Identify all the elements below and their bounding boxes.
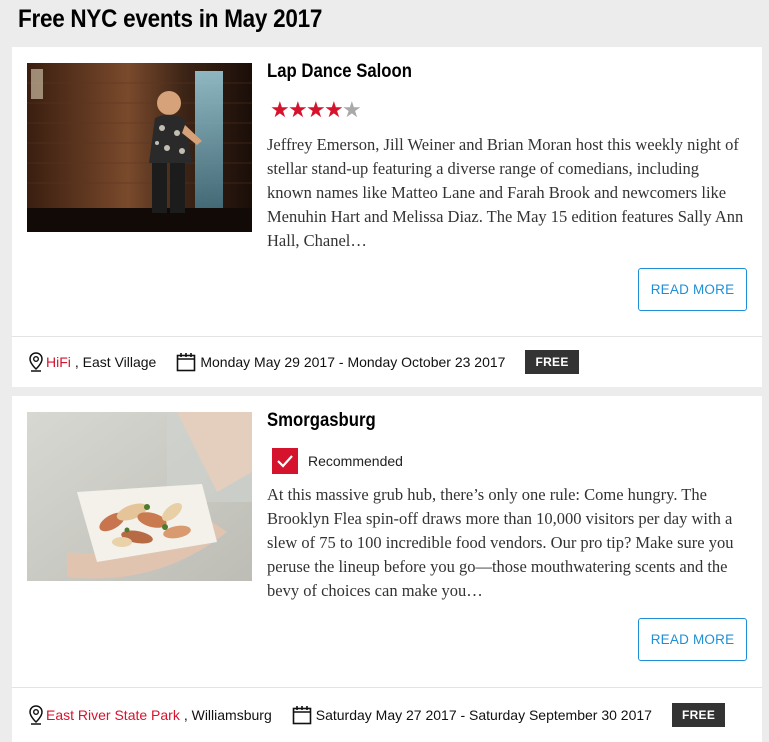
star-icon: ★ xyxy=(342,97,362,122)
event-title[interactable]: Lap Dance Saloon xyxy=(267,61,412,83)
calendar-icon xyxy=(177,353,196,372)
map-pin-icon xyxy=(29,705,43,725)
page-title: Free NYC events in May 2017 xyxy=(18,5,323,33)
price-badge: FREE xyxy=(671,703,726,727)
event-description: Jeffrey Emerson, Jill Weiner and Brian M… xyxy=(267,135,744,250)
event-image[interactable] xyxy=(27,412,252,581)
event-title[interactable]: Smorgasburg xyxy=(267,410,376,432)
star-icon: ★ xyxy=(324,97,344,122)
star-icon: ★ xyxy=(288,97,308,122)
event-card: Smorgasburg Recommended At this massive … xyxy=(12,396,762,742)
star-icon: ★ xyxy=(306,97,326,122)
price-badge: FREE xyxy=(525,350,579,374)
recommended-label: Recommended xyxy=(308,453,403,469)
map-pin-icon xyxy=(29,352,43,372)
recommended-badge: Recommended xyxy=(272,448,403,474)
calendar-icon xyxy=(292,706,312,725)
event-card-body: Smorgasburg Recommended At this massive … xyxy=(12,396,762,687)
event-card: Lap Dance Saloon ★ ★ ★ ★ ★ Jeffrey Emers… xyxy=(12,47,762,387)
event-card-body: Lap Dance Saloon ★ ★ ★ ★ ★ Jeffrey Emers… xyxy=(12,47,762,336)
venue-link[interactable]: HiFi xyxy=(46,354,71,370)
event-dates: Saturday May 27 2017 - Saturday Septembe… xyxy=(315,707,652,723)
star-icon: ★ xyxy=(270,97,290,122)
event-dates: Monday May 29 2017 - Monday October 23 2… xyxy=(200,354,506,370)
event-description: At this massive grub hub, there’s only o… xyxy=(267,485,734,600)
rating-stars: ★ ★ ★ ★ ★ xyxy=(270,97,362,122)
read-more-button[interactable]: READ MORE xyxy=(638,618,747,661)
read-more-button[interactable]: READ MORE xyxy=(638,268,747,311)
event-footer: HiFi , East Village Monday May 29 2017 -… xyxy=(12,336,762,387)
neighborhood-label: , Williamsburg xyxy=(183,707,272,723)
venue-link[interactable]: East River State Park xyxy=(46,707,180,723)
neighborhood-label: , East Village xyxy=(74,354,157,370)
event-footer: East River State Park , Williamsburg Sat… xyxy=(12,687,762,742)
checkmark-icon xyxy=(272,448,298,474)
event-image[interactable] xyxy=(27,63,252,232)
